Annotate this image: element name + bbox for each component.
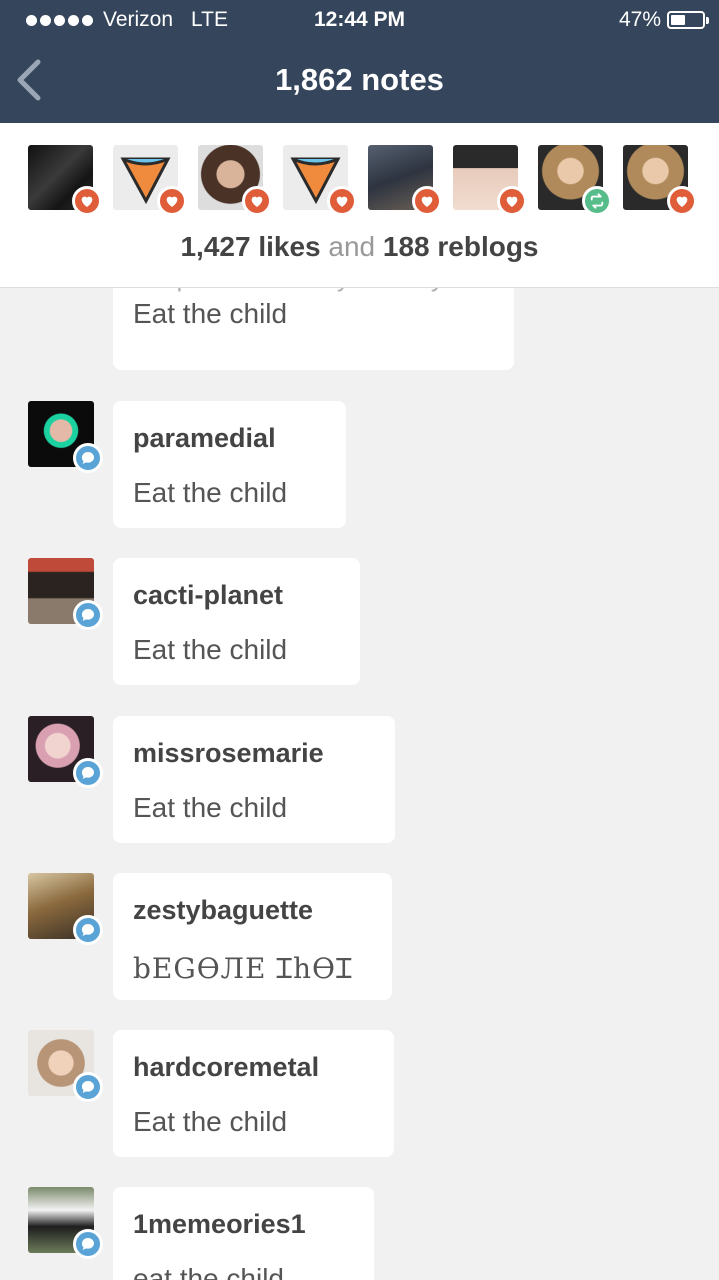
note-username[interactable]: zestybaguette (133, 895, 313, 926)
avatar[interactable] (368, 145, 442, 216)
battery-percent: 47% (618, 8, 661, 31)
notes-counts: 1,427 likes and 188 reblogs (0, 231, 719, 263)
note-bubble: 1memeories1 eat the child (113, 1187, 374, 1280)
avatar[interactable] (453, 145, 527, 216)
avatar[interactable] (28, 716, 103, 788)
note-message: Eat the child (133, 634, 288, 665)
note-username[interactable]: paramedial (133, 423, 276, 454)
reply-icon (73, 758, 103, 788)
note-bubble: ⇄ episodechooseyourstory Eat the child (113, 288, 514, 370)
heart-icon (242, 186, 272, 216)
battery-icon (667, 11, 709, 29)
heart-icon (72, 186, 102, 216)
note-bubble: cacti-planet Eat the child (113, 558, 360, 685)
notes-summary: 1,427 likes and 188 reblogs (0, 123, 719, 288)
note-bubble: hardcoremetal Eat the child (113, 1030, 394, 1157)
status-bar: Verizon LTE 12:44 PM 47% (0, 0, 719, 40)
reply-icon (73, 1072, 103, 1102)
avatar[interactable] (538, 145, 612, 216)
heart-icon (497, 186, 527, 216)
page-title: 1,862 notes (275, 62, 444, 97)
notes-list[interactable]: ⇄ episodechooseyourstory Eat the child p… (0, 288, 719, 1280)
avatar[interactable] (28, 1187, 103, 1259)
avatar[interactable] (623, 145, 697, 216)
status-time: 12:44 PM (313, 8, 406, 31)
reblogs-count[interactable]: 188 reblogs (383, 231, 539, 262)
reply-icon (73, 443, 103, 473)
reply-icon (73, 1229, 103, 1259)
likes-count[interactable]: 1,427 likes (180, 231, 320, 262)
note-message: bEGӨЛE ꞮhӨꞮ (133, 952, 353, 985)
heart-icon (412, 186, 442, 216)
note-bubble: paramedial Eat the child (113, 401, 346, 528)
top-bar: Verizon LTE 12:44 PM 47% 1,862 notes (0, 0, 719, 123)
note-message: Eat the child (133, 298, 288, 329)
reblog-source[interactable]: ⇄ episodechooseyourstory (133, 288, 444, 293)
status-right: 47% (618, 8, 709, 32)
note-message: Eat the child (133, 1106, 288, 1137)
heart-icon (157, 186, 187, 216)
avatar[interactable] (28, 145, 102, 216)
reply-icon (73, 600, 103, 630)
reblog-icon (582, 186, 612, 216)
note-message: Eat the child (133, 792, 288, 823)
reply-icon (73, 915, 103, 945)
avatar[interactable] (198, 145, 272, 216)
heart-icon (327, 186, 357, 216)
note-username[interactable]: hardcoremetal (133, 1052, 319, 1083)
avatar[interactable] (28, 1030, 103, 1102)
avatar[interactable] (28, 558, 103, 630)
note-username[interactable]: 1memeories1 (133, 1209, 306, 1240)
heart-icon (667, 186, 697, 216)
avatar[interactable] (28, 873, 103, 945)
note-bubble: zestybaguette bEGӨЛE ꞮhӨꞮ (113, 873, 392, 1000)
avatar-row (28, 145, 697, 216)
avatar[interactable] (283, 145, 357, 216)
note-message: eat the child (133, 1263, 284, 1280)
note-username[interactable]: missrosemarie (133, 738, 324, 769)
note-message: Eat the child (133, 477, 288, 508)
note-username[interactable]: cacti-planet (133, 580, 283, 611)
counts-and: and (328, 231, 376, 262)
avatar[interactable] (113, 145, 187, 216)
note-bubble: missrosemarie Eat the child (113, 716, 395, 843)
avatar[interactable] (28, 401, 103, 473)
